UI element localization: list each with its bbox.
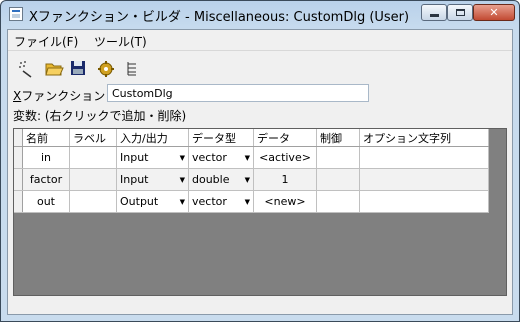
maximize-button[interactable] [447,4,473,21]
maximize-icon [455,9,465,16]
open-folder-icon[interactable] [44,58,64,78]
header-row: 名前 ラベル 入力/出力 データ型 データ 制御 オプション文字列 [14,129,489,147]
dropdown-arrow-icon[interactable]: ▼ [180,198,185,206]
dropdown-arrow-icon[interactable]: ▼ [245,176,250,184]
table-row[interactable]: out Output ▼ vector ▼ <new> [14,190,489,213]
cell-type[interactable]: vector ▼ [188,146,254,169]
col-io-header: 入力/出力 [116,129,189,147]
col-control-header: 制御 [316,129,360,147]
cell-io[interactable]: Input ▼ [116,168,189,191]
xfunction-label: Xファンクション [13,89,106,103]
wand-icon[interactable] [16,58,36,78]
dropdown-arrow-icon[interactable]: ▼ [245,198,250,206]
minimize-icon [429,14,439,17]
col-label-header: ラベル [69,129,117,147]
cell-control[interactable] [316,168,360,191]
cell-data[interactable]: 1 [253,168,317,191]
cell-label[interactable] [69,190,117,213]
cell-io[interactable]: Output ▼ [116,190,189,213]
variables-grid[interactable]: 名前 ラベル 入力/出力 データ型 データ 制御 オプション文字列 in Inp… [13,128,507,296]
col-data-header: データ [253,129,317,147]
variables-table: 名前 ラベル 入力/出力 データ型 データ 制御 オプション文字列 in Inp… [14,129,489,213]
cell-data[interactable]: <new> [253,190,317,213]
title-bar[interactable]: Xファンクション・ビルダ - Miscellaneous: CustomDlg … [1,1,519,27]
xfunction-name-input[interactable] [107,84,369,102]
cell-control[interactable] [316,190,360,213]
cell-label[interactable] [69,146,117,169]
row-header-corner [14,129,23,147]
cell-data[interactable]: <active> [253,146,317,169]
cell-label[interactable] [69,168,117,191]
app-window: Xファンクション・ビルダ - Miscellaneous: CustomDlg … [0,0,520,322]
cell-io[interactable]: Input ▼ [116,146,189,169]
col-options-header: オプション文字列 [359,129,489,147]
cell-options[interactable] [359,190,489,213]
cell-type[interactable]: vector ▼ [188,190,254,213]
status-bar [13,300,507,310]
menu-bar: ファイル(F) ツール(T) [8,30,512,51]
close-button[interactable]: ✕ [473,4,515,21]
window-title: Xファンクション・ビルダ - Miscellaneous: CustomDlg … [29,10,410,25]
col-name-header: 名前 [22,129,70,147]
tree-icon[interactable] [122,58,142,78]
app-icon [9,7,23,21]
close-icon: ✕ [489,6,499,19]
cell-name[interactable]: in [22,146,70,169]
cell-type[interactable]: double ▼ [188,168,254,191]
row-header[interactable] [14,168,23,191]
dropdown-arrow-icon[interactable]: ▼ [180,176,185,184]
row-header[interactable] [14,190,23,213]
variables-hint: 変数: (右クリックで追加・削除) [13,109,187,123]
table-row[interactable]: factor Input ▼ double ▼ 1 [14,168,489,191]
gear-icon[interactable] [96,58,116,78]
client-area: ファイル(F) ツール(T) Xファンクション 変数: (右クリック [7,29,513,315]
cell-options[interactable] [359,146,489,169]
dropdown-arrow-icon[interactable]: ▼ [245,154,250,162]
cell-options[interactable] [359,168,489,191]
menu-file[interactable]: ファイル(F) [14,33,78,50]
cell-name[interactable]: out [22,190,70,213]
table-row[interactable]: in Input ▼ vector ▼ <active> [14,146,489,169]
dropdown-arrow-icon[interactable]: ▼ [180,154,185,162]
cell-name[interactable]: factor [22,168,70,191]
save-icon[interactable] [68,58,88,78]
menu-tools[interactable]: ツール(T) [94,33,147,50]
minimize-button[interactable] [421,4,447,21]
col-type-header: データ型 [188,129,254,147]
row-header[interactable] [14,146,23,169]
cell-control[interactable] [316,146,360,169]
